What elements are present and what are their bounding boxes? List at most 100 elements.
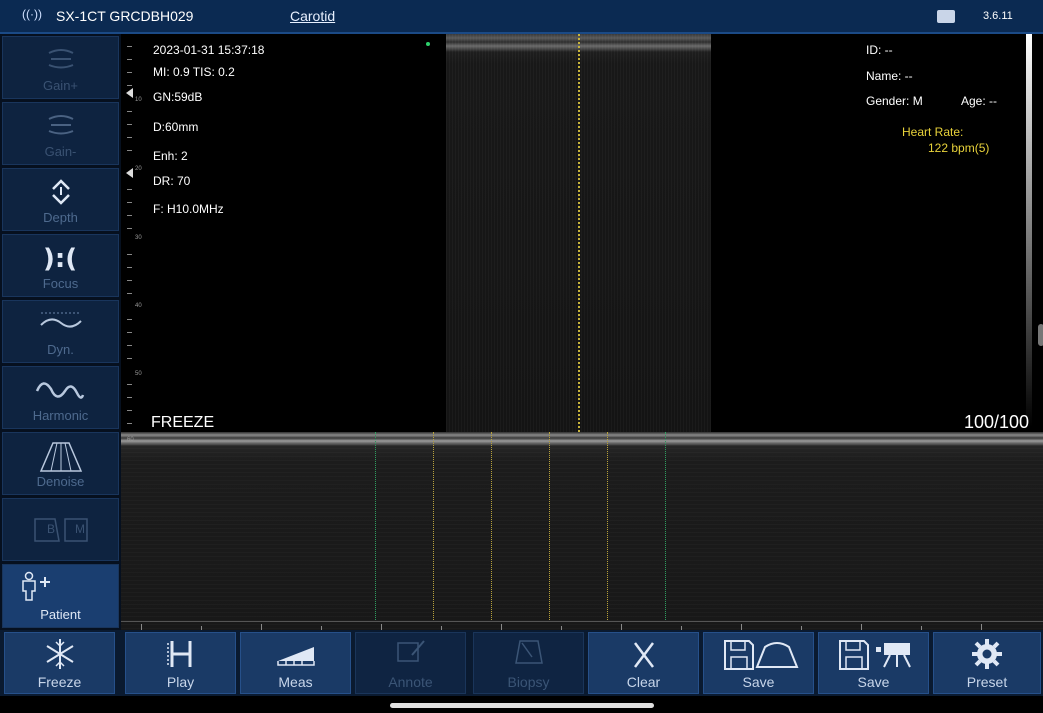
- exam-datetime: 2023-01-31 15:37:18: [153, 43, 265, 57]
- harmonic-label: Harmonic: [32, 408, 89, 423]
- depth-tick-label: 40: [135, 303, 142, 309]
- save-cine-button[interactable]: Save: [818, 632, 929, 694]
- focus-marker: [426, 42, 430, 46]
- play-button[interactable]: Play: [125, 632, 236, 694]
- dynamic-range-icon: [40, 312, 82, 328]
- ruler-icon: [276, 647, 315, 666]
- gain-plus-button[interactable]: Gain+: [2, 36, 119, 99]
- ultrasound-display[interactable]: 10 20 30 40 50 2023-01-31 15:37:18 MI: 0…: [121, 34, 1043, 630]
- snowflake-icon: [45, 639, 74, 669]
- save-image-label: Save: [742, 674, 775, 690]
- patient-button[interactable]: Patient: [2, 564, 119, 628]
- tgc-marker-icon: [126, 168, 133, 178]
- top-status-bar: ((·)) SX-1CT GRCDBH029 Carotid 3.6.11: [0, 0, 1043, 34]
- gain-plus-icon: [48, 49, 74, 69]
- denoise-label: Denoise: [36, 474, 85, 489]
- preset-button[interactable]: Preset: [933, 632, 1041, 694]
- bottom-toolbar: Freeze Play Meas Annote Biopsy Clear Sav…: [0, 630, 1043, 696]
- focus-button[interactable]: ):( Focus: [2, 234, 119, 297]
- patient-gender: Gender: M: [866, 94, 923, 108]
- depth-ruler: 10 20 30 40 50: [126, 34, 147, 434]
- heart-rate-value: 122 bpm(5): [928, 141, 990, 155]
- patient-icon: [22, 571, 50, 601]
- device-model: SX-1CT GRCDBH029: [56, 8, 194, 24]
- m-mode-marker: [665, 432, 666, 622]
- frequency-readout: F: H10.0MHz: [153, 202, 224, 216]
- preset-label: Preset: [966, 674, 1008, 690]
- save-image-icon: [723, 640, 798, 670]
- patient-label: Patient: [40, 607, 81, 622]
- m-mode-label: M: [75, 522, 85, 536]
- home-indicator[interactable]: [390, 703, 654, 708]
- dynamic-range-label: Dyn.: [47, 342, 74, 357]
- m-mode-image: 60: [121, 432, 1043, 630]
- annotate-button[interactable]: Annote: [355, 632, 466, 694]
- m-mode-marker: [375, 432, 376, 622]
- depth-tick-label: 10: [135, 97, 142, 103]
- measure-label: Meas: [278, 674, 313, 690]
- dynamic-range-button[interactable]: Dyn.: [2, 300, 119, 363]
- bm-mode-button[interactable]: B M: [2, 498, 119, 561]
- patient-id: ID: --: [866, 43, 893, 57]
- tgc-marker-icon: [126, 88, 133, 98]
- enhancement-readout: Enh: 2: [153, 149, 188, 163]
- annotate-label: Annote: [388, 674, 433, 690]
- biopsy-icon: [514, 640, 543, 664]
- m-mode-marker: [491, 432, 492, 622]
- clear-label: Clear: [626, 674, 661, 690]
- battery-icon: [937, 10, 955, 23]
- wireless-signal-icon: ((·)): [22, 7, 42, 21]
- depth-button[interactable]: Depth: [2, 168, 119, 231]
- depth-label: Depth: [43, 210, 78, 225]
- svg-text:):(: ):(: [43, 244, 77, 271]
- left-control-panel: Gain+ Gain- Depth ):( Focus Dyn. Harmoni…: [0, 34, 121, 630]
- clear-button[interactable]: Clear: [588, 632, 699, 694]
- harmonic-icon: [35, 382, 85, 399]
- gain-minus-button[interactable]: Gain-: [2, 102, 119, 165]
- gain-plus-label: Gain+: [42, 78, 79, 93]
- depth-tick-label: 20: [135, 166, 142, 172]
- save-image-button[interactable]: Save: [703, 632, 814, 694]
- gain-minus-label: Gain-: [44, 144, 77, 159]
- depth-tick-label: 30: [135, 235, 142, 241]
- heart-rate-label: Heart Rate:: [902, 125, 964, 139]
- cine-frame-counter: 100/100: [964, 412, 1030, 432]
- save-cine-icon: [838, 640, 911, 670]
- drag-handle[interactable]: [1038, 324, 1043, 346]
- freeze-label: Freeze: [37, 674, 82, 690]
- save-cine-label: Save: [857, 674, 890, 690]
- play-label: Play: [166, 674, 195, 690]
- mi-tis-readout: MI: 0.9 TIS: 0.2: [153, 65, 235, 79]
- depth-tick-label: 50: [135, 371, 142, 377]
- play-cine-icon: [166, 641, 191, 667]
- depth-readout: D:60mm: [153, 120, 199, 134]
- harmonic-button[interactable]: Harmonic: [2, 366, 119, 429]
- depth-tick-label: 60: [127, 437, 134, 443]
- m-mode-marker: [433, 432, 434, 622]
- grayscale-bar: [1026, 34, 1032, 427]
- m-line-cursor[interactable]: [578, 34, 580, 432]
- m-mode-marker: [549, 432, 550, 622]
- b-mode-label: B: [47, 522, 56, 536]
- biopsy-label: Biopsy: [507, 674, 550, 690]
- freeze-button[interactable]: Freeze: [4, 632, 115, 694]
- gain-readout: GN:59dB: [153, 90, 203, 104]
- freeze-status: FREEZE: [151, 414, 215, 431]
- patient-age: Age: --: [961, 94, 998, 108]
- clear-x-icon: [633, 642, 654, 668]
- denoise-button[interactable]: Denoise: [2, 432, 119, 495]
- depth-icon: [52, 179, 70, 205]
- biopsy-button[interactable]: Biopsy: [473, 632, 584, 694]
- patient-name: Name: --: [866, 69, 913, 83]
- denoise-icon: [39, 442, 83, 472]
- gain-minus-icon: [48, 115, 74, 135]
- m-mode-marker: [607, 432, 608, 622]
- annotate-icon: [396, 640, 425, 662]
- dynamic-range-readout: DR: 70: [153, 174, 191, 188]
- time-axis: [121, 621, 1043, 630]
- preset-name-link[interactable]: Carotid: [290, 8, 335, 24]
- measure-button[interactable]: Meas: [240, 632, 351, 694]
- software-version: 3.6.11: [983, 10, 1013, 22]
- focus-label: Focus: [42, 276, 79, 291]
- gear-icon: [972, 639, 1002, 669]
